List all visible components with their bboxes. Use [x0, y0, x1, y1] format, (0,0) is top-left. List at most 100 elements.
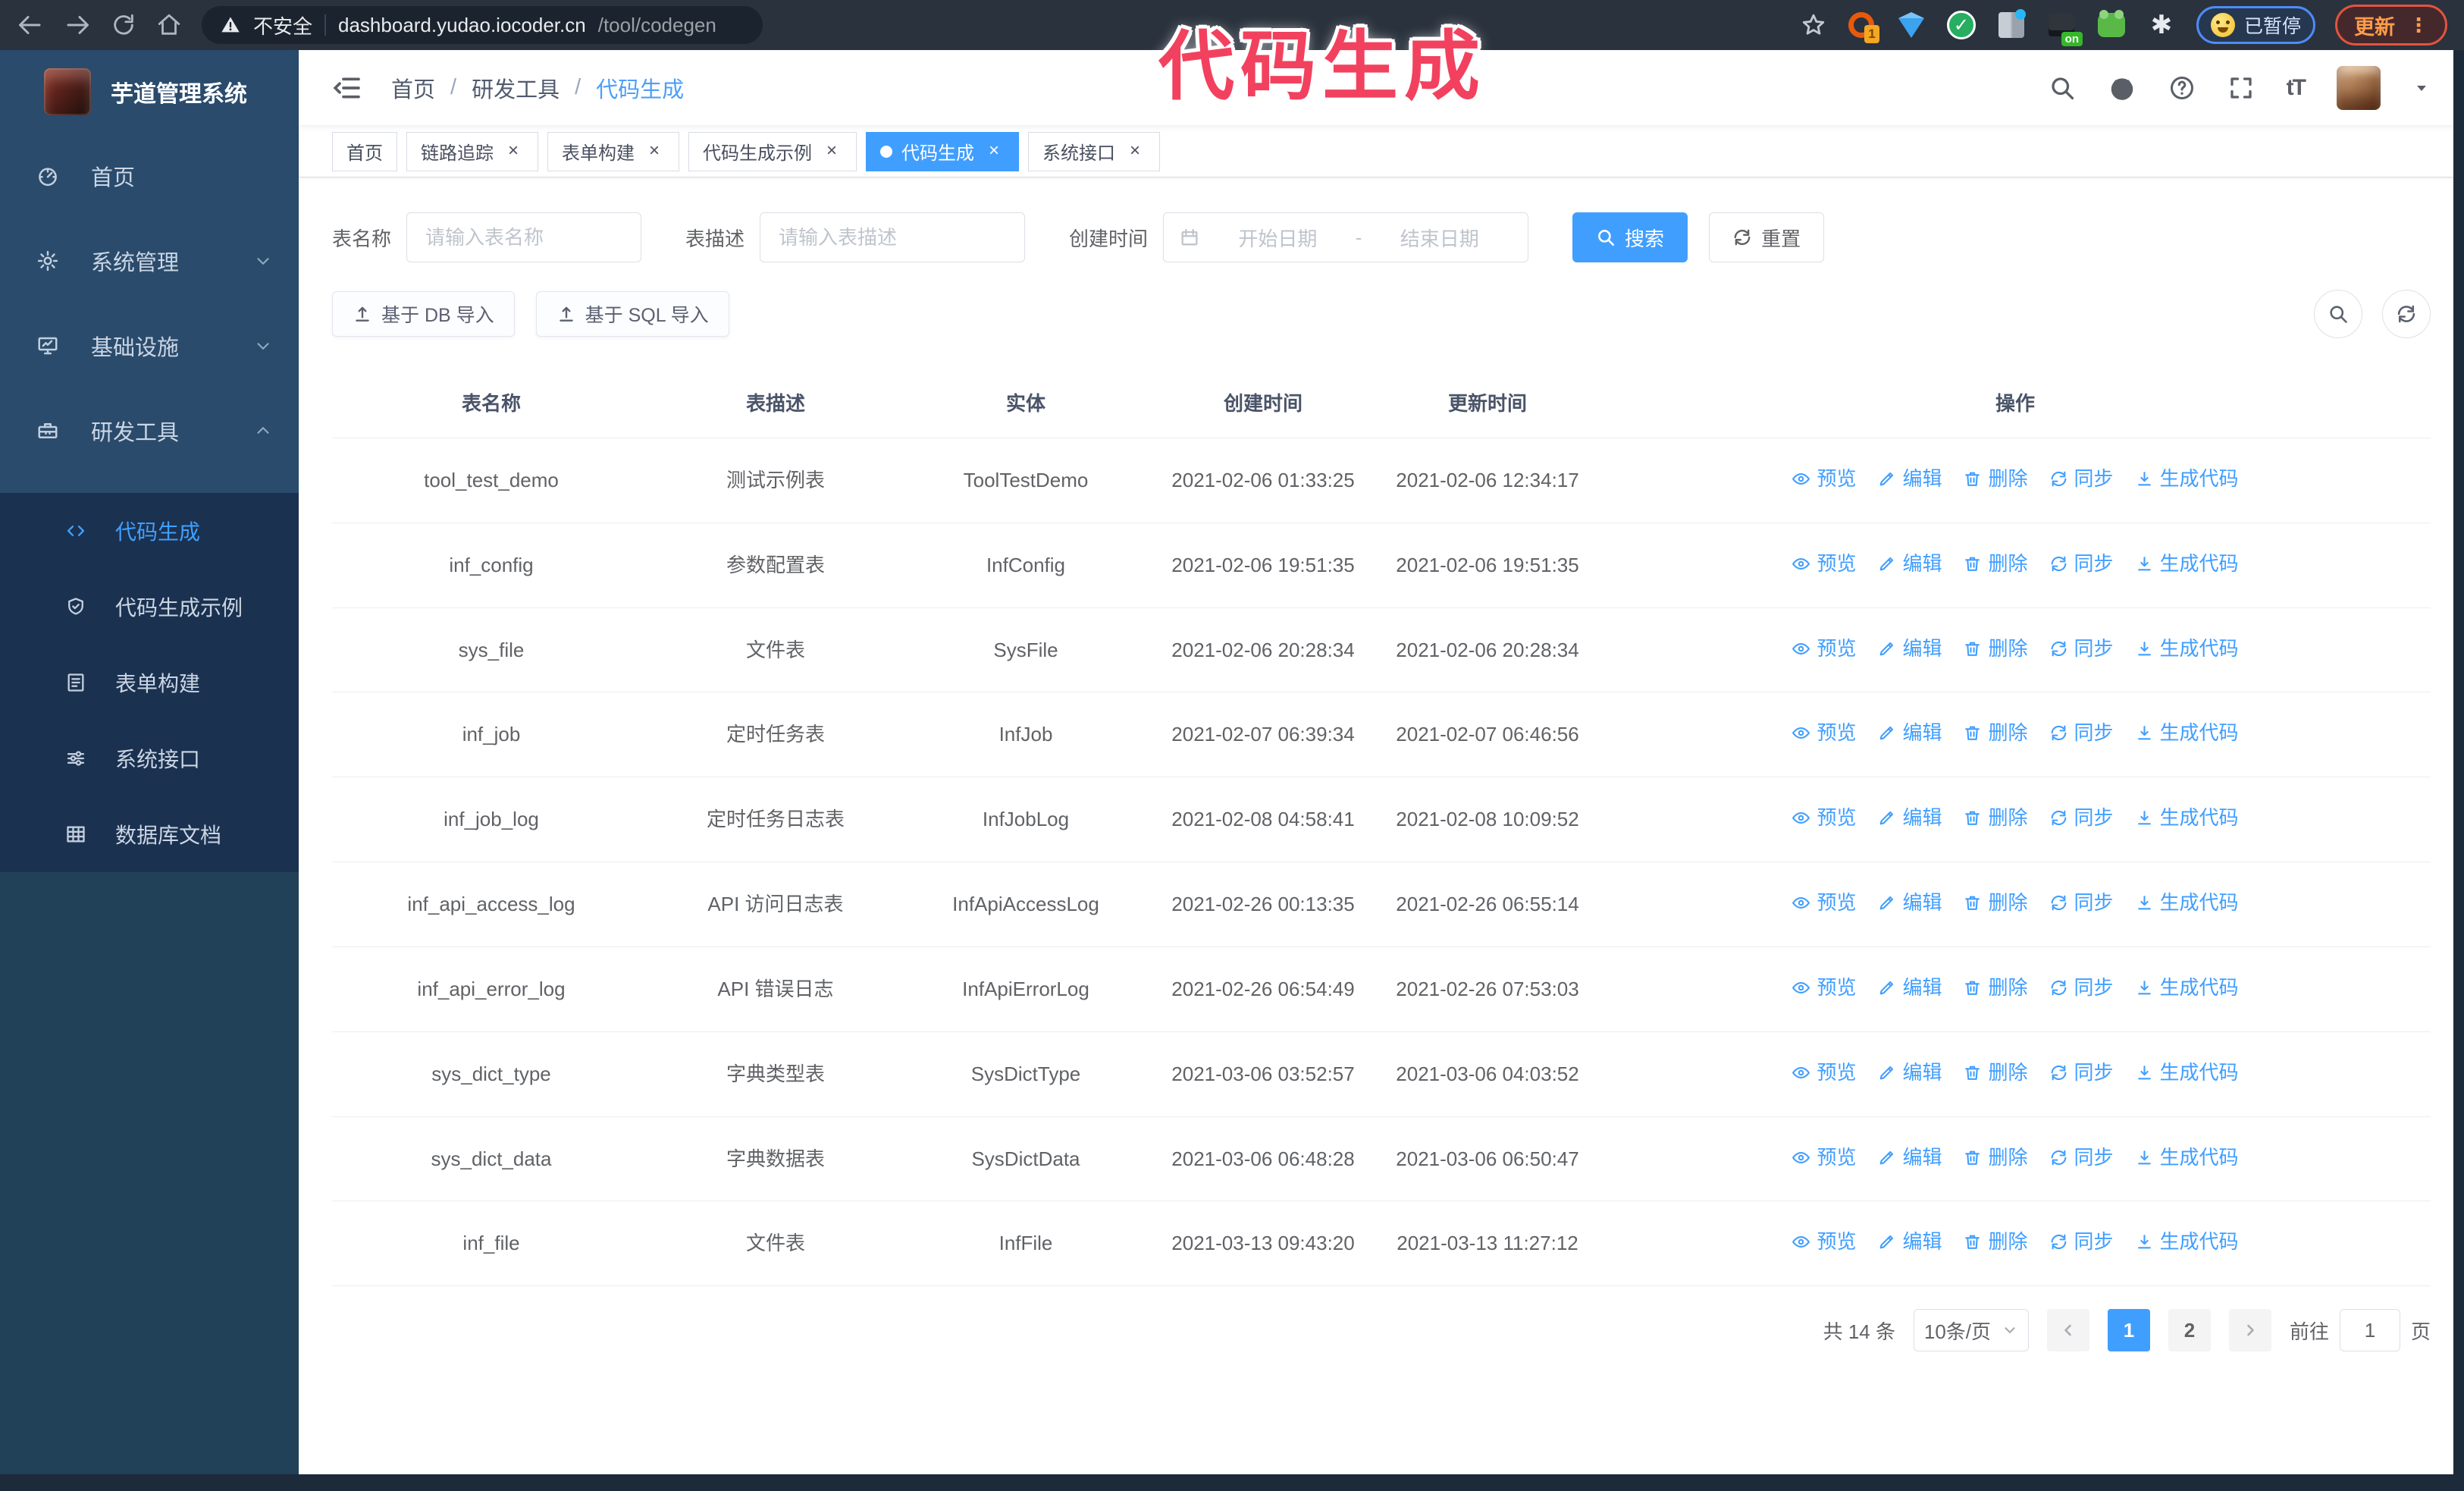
delete-action[interactable]: 删除	[1963, 463, 2028, 495]
sidebar-subitem-系统接口[interactable]: 系统接口	[0, 720, 299, 796]
edit-action[interactable]: 编辑	[1877, 632, 1942, 665]
edit-action[interactable]: 编辑	[1877, 548, 1942, 580]
extension-green-check-icon[interactable]: ✓	[1946, 10, 1977, 40]
home-icon[interactable]	[156, 12, 182, 38]
table-name-input[interactable]	[406, 212, 642, 262]
delete-action[interactable]: 删除	[1963, 887, 2028, 919]
tag-链路追踪[interactable]: 链路追踪 ×	[406, 131, 538, 171]
edit-action[interactable]: 编辑	[1877, 463, 1942, 495]
reload-icon[interactable]	[111, 12, 136, 38]
sync-action[interactable]: 同步	[2049, 887, 2114, 919]
import-sql-button[interactable]: 基于 SQL 导入	[535, 291, 729, 337]
preview-action[interactable]: 预览	[1792, 887, 1856, 919]
extensions-puzzle-icon[interactable]: ✱	[2146, 10, 2177, 40]
date-range-picker[interactable]: 开始日期 - 结束日期	[1163, 212, 1529, 262]
sidebar-subitem-代码生成[interactable]: 代码生成	[0, 493, 299, 569]
delete-action[interactable]: 删除	[1963, 632, 2028, 665]
tag-系统接口[interactable]: 系统接口 ×	[1028, 131, 1160, 171]
sidebar-subitem-代码生成示例[interactable]: 代码生成示例	[0, 569, 299, 645]
breadcrumb-item[interactable]: 首页	[391, 72, 435, 104]
paused-badge[interactable]: 已暂停	[2196, 6, 2315, 44]
sidebar-item-基础设施[interactable]: 基础设施	[0, 303, 299, 388]
hamburger-icon[interactable]	[332, 73, 362, 103]
tag-代码生成示例[interactable]: 代码生成示例 ×	[688, 131, 857, 171]
generate-code-action[interactable]: 生成代码	[2135, 632, 2239, 665]
prev-page-button[interactable]	[2046, 1309, 2089, 1352]
sidebar-subitem-表单构建[interactable]: 表单构建	[0, 645, 299, 720]
reset-button[interactable]: 重置	[1709, 212, 1825, 262]
delete-action[interactable]: 删除	[1963, 548, 2028, 580]
github-icon[interactable]	[2108, 74, 2136, 102]
sync-action[interactable]: 同步	[2049, 802, 2114, 834]
delete-action[interactable]: 删除	[1963, 1056, 2028, 1089]
generate-code-action[interactable]: 生成代码	[2135, 463, 2239, 495]
generate-code-action[interactable]: 生成代码	[2135, 1226, 2239, 1258]
user-avatar[interactable]	[2337, 65, 2381, 110]
bookmark-star-icon[interactable]	[1801, 12, 1826, 38]
extension-grid-icon[interactable]	[1996, 9, 2027, 40]
breadcrumb-item[interactable]: 研发工具	[472, 72, 560, 104]
sync-action[interactable]: 同步	[2049, 1141, 2114, 1174]
page-button-2[interactable]: 2	[2168, 1309, 2211, 1352]
generate-code-action[interactable]: 生成代码	[2135, 1056, 2239, 1089]
edit-action[interactable]: 编辑	[1877, 717, 1942, 749]
generate-code-action[interactable]: 生成代码	[2135, 802, 2239, 834]
tag-表单构建[interactable]: 表单构建 ×	[547, 131, 679, 171]
sync-action[interactable]: 同步	[2049, 463, 2114, 495]
close-icon[interactable]: ×	[644, 140, 665, 162]
toggle-search-button[interactable]	[2314, 290, 2362, 338]
font-size-icon[interactable]: tT	[2287, 75, 2306, 101]
preview-action[interactable]: 预览	[1792, 463, 1856, 495]
sidebar-item-系统管理[interactable]: 系统管理	[0, 218, 299, 303]
preview-action[interactable]: 预览	[1792, 972, 1856, 1004]
delete-action[interactable]: 删除	[1963, 1226, 2028, 1258]
delete-action[interactable]: 删除	[1963, 802, 2028, 834]
extension-on-badge-icon[interactable]: on	[2046, 10, 2083, 46]
generate-code-action[interactable]: 生成代码	[2135, 717, 2239, 749]
delete-action[interactable]: 删除	[1963, 717, 2028, 749]
preview-action[interactable]: 预览	[1792, 1056, 1856, 1089]
preview-action[interactable]: 预览	[1792, 548, 1856, 580]
table-desc-input[interactable]	[760, 212, 1026, 262]
close-icon[interactable]: ×	[983, 140, 1005, 162]
close-icon[interactable]: ×	[503, 140, 524, 162]
preview-action[interactable]: 预览	[1792, 1226, 1856, 1258]
tag-代码生成[interactable]: 代码生成 ×	[866, 131, 1019, 171]
edit-action[interactable]: 编辑	[1877, 887, 1942, 919]
fullscreen-icon[interactable]	[2227, 74, 2255, 102]
edit-action[interactable]: 编辑	[1877, 802, 1942, 834]
sync-action[interactable]: 同步	[2049, 632, 2114, 665]
refresh-table-button[interactable]	[2382, 290, 2431, 338]
page-button-1[interactable]: 1	[2107, 1309, 2150, 1352]
preview-action[interactable]: 预览	[1792, 1141, 1856, 1174]
edit-action[interactable]: 编辑	[1877, 1056, 1942, 1089]
generate-code-action[interactable]: 生成代码	[2135, 887, 2239, 919]
page-size-select[interactable]: 10条/页	[1913, 1309, 2029, 1352]
logo-row[interactable]: 芋道管理系统	[0, 50, 299, 133]
update-button[interactable]: 更新 ⋮	[2335, 5, 2447, 46]
edit-action[interactable]: 编辑	[1877, 1141, 1942, 1174]
sync-action[interactable]: 同步	[2049, 717, 2114, 749]
sidebar-subitem-数据库文档[interactable]: 数据库文档	[0, 796, 299, 872]
sync-action[interactable]: 同步	[2049, 548, 2114, 580]
goto-page-input[interactable]	[2339, 1309, 2400, 1352]
extension-orange-icon[interactable]: 1	[1846, 10, 1879, 43]
delete-action[interactable]: 删除	[1963, 972, 2028, 1004]
preview-action[interactable]: 预览	[1792, 717, 1856, 749]
search-button[interactable]: 搜索	[1572, 212, 1688, 262]
search-icon[interactable]	[2049, 74, 2076, 102]
next-page-button[interactable]	[2228, 1309, 2271, 1352]
help-icon[interactable]	[2168, 74, 2196, 102]
generate-code-action[interactable]: 生成代码	[2135, 1141, 2239, 1174]
delete-action[interactable]: 删除	[1963, 1141, 2028, 1174]
generate-code-action[interactable]: 生成代码	[2135, 972, 2239, 1004]
edit-action[interactable]: 编辑	[1877, 1226, 1942, 1258]
preview-action[interactable]: 预览	[1792, 802, 1856, 834]
generate-code-action[interactable]: 生成代码	[2135, 548, 2239, 580]
address-bar[interactable]: 不安全 dashboard.yudao.iocoder.cn/tool/code…	[202, 6, 763, 44]
tag-首页[interactable]: 首页	[332, 131, 397, 171]
kebab-menu-icon[interactable]: ⋮	[2409, 15, 2428, 35]
sync-action[interactable]: 同步	[2049, 1226, 2114, 1258]
preview-action[interactable]: 预览	[1792, 632, 1856, 665]
back-icon[interactable]	[17, 11, 44, 39]
